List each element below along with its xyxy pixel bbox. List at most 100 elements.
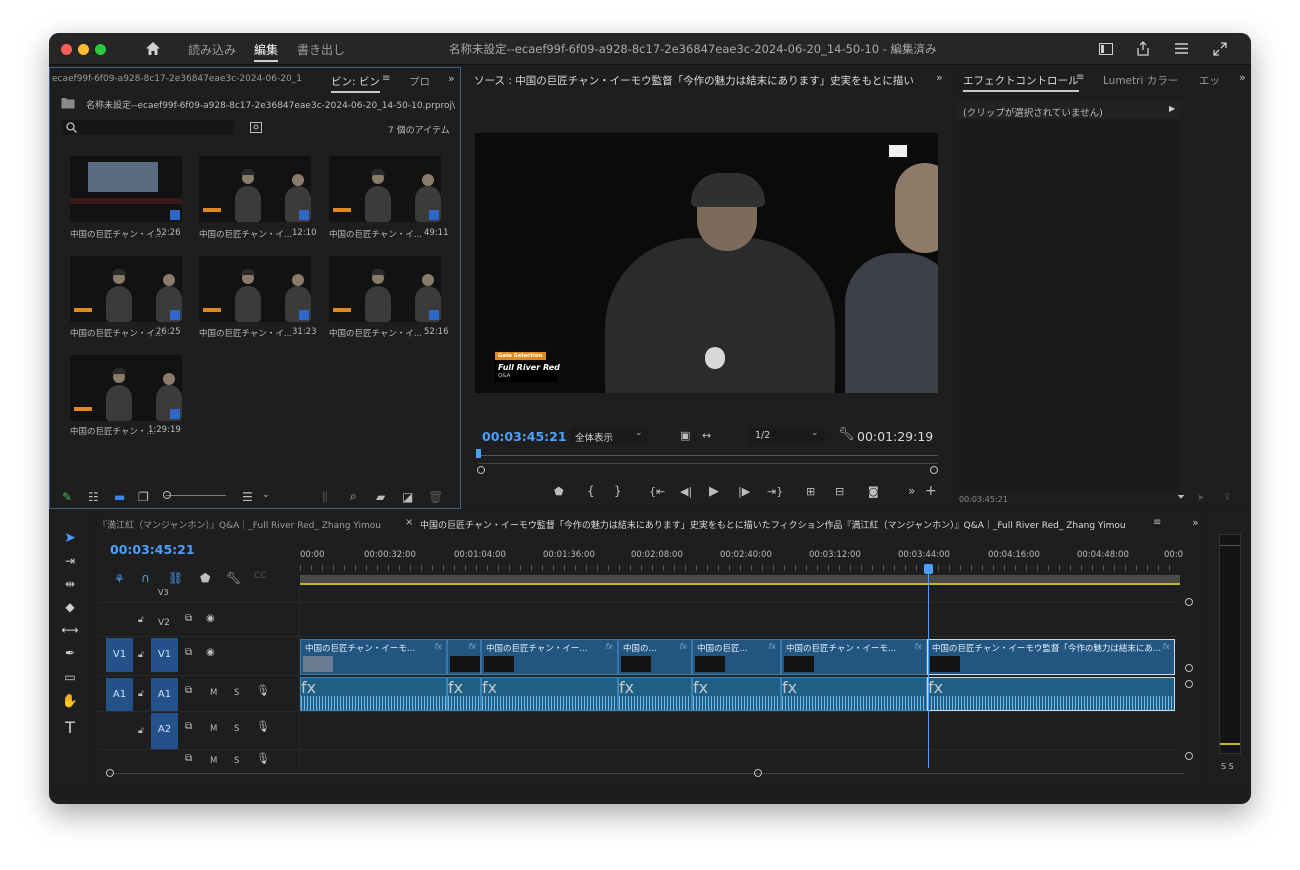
lock-icon[interactable]: 🔓︎ [138, 651, 144, 660]
fx-badge[interactable]: fx [679, 642, 687, 651]
tab-sequence-path[interactable]: ecaef99f-6f09-a928-8c17-2e36847eae3c-202… [52, 74, 302, 84]
clip-thumbnail[interactable] [199, 156, 311, 222]
add-button-icon[interactable]: + [925, 484, 937, 498]
fx-badge[interactable]: fx [434, 642, 442, 651]
fx-badge[interactable]: fx [482, 678, 497, 697]
fx-badge[interactable]: fx [1162, 642, 1170, 651]
vscroll-handle[interactable] [1185, 664, 1193, 672]
sync-icon[interactable]: ⧉ [185, 754, 192, 764]
captions-icon[interactable]: CC [254, 572, 267, 581]
snap-icon[interactable]: ∩ [141, 572, 150, 584]
tab-menu-icon[interactable]: ≡ [382, 74, 390, 84]
marker-icon[interactable]: ⬟ [554, 486, 564, 497]
chevron-down-icon[interactable]: ⌄ [262, 491, 270, 500]
mute-button[interactable]: M [210, 688, 217, 698]
eye-icon[interactable]: ◉ [206, 648, 215, 658]
fx-badge[interactable]: fx [693, 678, 708, 697]
sync-icon[interactable]: ⧉ [185, 648, 192, 658]
automate-icon[interactable]: ⫼ [322, 491, 328, 503]
audio-clip[interactable]: fx [300, 677, 447, 711]
tab-bin[interactable]: ビン: ビン [331, 74, 380, 93]
audio-clip[interactable]: fx [927, 677, 1175, 711]
insert-clip-icon[interactable]: ⊞ [806, 486, 815, 497]
panel-layout-icon[interactable] [1099, 43, 1113, 55]
zoom-slider-handle[interactable] [163, 491, 171, 499]
lock-icon[interactable]: 🔓︎ [138, 690, 144, 699]
workspaces-icon[interactable] [1174, 42, 1189, 55]
source-patch-a1[interactable]: A1 [106, 678, 133, 712]
video-clip[interactable]: 中国の... fx [618, 639, 692, 675]
sort-icon[interactable]: ☰ [242, 491, 253, 503]
fx-badge[interactable]: fx [301, 678, 316, 697]
pencil-icon[interactable]: ✎ [62, 491, 72, 503]
clip-thumbnail[interactable] [70, 256, 182, 322]
new-bin-icon[interactable]: ▰ [376, 491, 385, 503]
safe-margins-icon[interactable]: ▣ [680, 430, 690, 441]
play-icon[interactable]: ▶ [709, 485, 719, 498]
nest-icon[interactable]: ⚘ [114, 573, 125, 585]
scroll-handle-left[interactable] [477, 466, 485, 474]
solo-button[interactable]: S [234, 688, 239, 698]
close-tab-icon[interactable]: × [405, 518, 413, 528]
go-to-in-icon[interactable]: {⇤ [649, 486, 665, 497]
lock-icon[interactable]: 🔓︎ [138, 616, 144, 625]
solo-button[interactable]: S [234, 724, 239, 734]
solo-button[interactable]: S [234, 756, 239, 766]
hand-tool-icon[interactable]: ✋ [61, 694, 79, 709]
video-clip[interactable]: 中国の巨匠チャン・イーモウ監督「今作の魅力は結末にあ... fx [927, 639, 1175, 675]
mark-out-icon[interactable]: } [614, 485, 622, 497]
search-input[interactable] [62, 120, 234, 135]
expand-icon[interactable]: ▶ [1169, 104, 1175, 113]
filter-icon[interactable]: ⏷ [1177, 493, 1185, 503]
new-item-icon[interactable]: ◪ [402, 491, 413, 503]
source-timecode[interactable]: 00:03:45:21 [482, 429, 567, 444]
audio-clip[interactable]: fx [447, 677, 481, 711]
razor-tool-icon[interactable]: ◆ [61, 600, 79, 614]
linked-selection-icon[interactable]: ⛓ [168, 572, 183, 584]
tab-source[interactable]: ソース : 中国の巨匠チャン・イーモウ監督「今作の魅力は結末にあります」史実をも… [474, 73, 914, 88]
step-forward-icon[interactable]: |▶ [738, 486, 750, 497]
tab-effect-controls[interactable]: エフェクトコントロール [963, 73, 1079, 92]
more-panels-icon[interactable]: » [1239, 72, 1246, 83]
scroll-handle-left[interactable] [106, 769, 114, 777]
sync-icon[interactable]: ⧉ [185, 614, 192, 624]
vscroll-handle[interactable] [1185, 680, 1193, 688]
share-icon[interactable] [1136, 41, 1150, 56]
track-target-v1[interactable]: V1 [151, 638, 178, 672]
clip-thumbnail[interactable] [70, 355, 182, 421]
tab-import[interactable]: 読み込み [188, 41, 236, 58]
go-to-out-icon[interactable]: ⇥} [767, 486, 783, 497]
more-panels-icon[interactable]: » [1192, 517, 1199, 528]
mark-in-icon[interactable]: { [587, 485, 595, 497]
fx-badge[interactable]: fx [782, 678, 797, 697]
minimize-button[interactable] [78, 44, 89, 55]
source-scrubber[interactable] [478, 455, 938, 456]
ripple-edit-tool-icon[interactable]: ⇹ [61, 577, 79, 591]
step-back-icon[interactable]: ◀| [680, 486, 692, 497]
icon-view-icon[interactable]: ▬ [114, 491, 125, 503]
scroll-handle-right[interactable] [930, 466, 938, 474]
meter-solo-labels[interactable]: S S [1221, 762, 1234, 771]
tab-menu-icon[interactable]: ≡ [1076, 73, 1084, 83]
rectangle-tool-icon[interactable]: ▭ [61, 670, 79, 684]
type-tool-icon[interactable]: T [61, 718, 79, 737]
zoom-select[interactable]: 全体表示 ⌄ [571, 428, 647, 444]
video-clip[interactable]: fx [447, 639, 481, 675]
fx-badge[interactable]: fx [468, 642, 476, 651]
camera-icon[interactable]: ◙ [868, 486, 879, 497]
timeline-hscroll[interactable] [110, 773, 1184, 774]
lock-icon[interactable]: 🔓︎ [138, 727, 144, 736]
zoom-slider[interactable] [166, 495, 226, 496]
play-only-icon[interactable]: ▸ [1199, 493, 1204, 503]
video-clip[interactable]: 中国の巨匠チャン・イーモ... fx [300, 639, 447, 675]
track-target-a2[interactable]: A2 [151, 713, 178, 749]
add-marker-icon[interactable]: ⬟ [200, 572, 210, 584]
track-select-tool-icon[interactable]: ⇥ [61, 554, 79, 568]
video-clip[interactable]: 中国の巨匠チャン・イーモ... fx [781, 639, 927, 675]
list-view-icon[interactable]: ☷ [88, 491, 99, 503]
more-panels-icon[interactable]: » [448, 73, 455, 84]
vscroll-handle[interactable] [1185, 598, 1193, 606]
audio-clip[interactable]: fx [781, 677, 927, 711]
work-area-bar[interactable] [300, 575, 1180, 583]
fx-badge[interactable]: fx [928, 678, 943, 697]
